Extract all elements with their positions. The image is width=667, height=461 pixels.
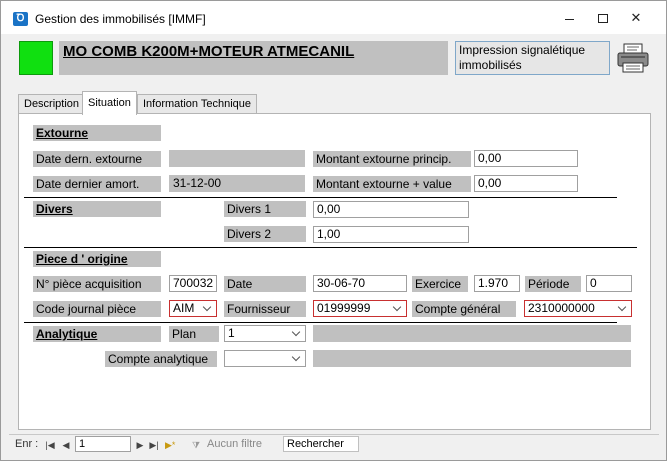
date-dern-extourne-label: Date dern. extourne xyxy=(33,151,161,167)
date-field[interactable]: 30-06-70 xyxy=(313,275,407,292)
record-navigation-bar: Enr : |◀ ◀ 1 ▶ ▶| ▶* ⧩ Aucun filtre Rech… xyxy=(9,434,659,454)
plan-combo[interactable]: 1 xyxy=(224,325,306,342)
compte-analytique-description-field xyxy=(313,350,631,367)
section-analytique: Analytique xyxy=(33,326,161,342)
filter-status[interactable]: Aucun filtre xyxy=(207,438,262,450)
montant-extourne-princip-label: Montant extourne princip. xyxy=(313,151,471,167)
record-number-input[interactable]: 1 xyxy=(75,436,131,452)
printer-icon[interactable] xyxy=(615,41,651,75)
app-icon: Ꝺ xyxy=(13,12,28,26)
plan-value: 1 xyxy=(228,326,235,340)
chevron-down-icon[interactable] xyxy=(390,301,406,316)
status-indicator xyxy=(19,41,53,75)
situation-panel: Extourne Date dern. extourne Montant ext… xyxy=(18,113,651,430)
new-record-icon[interactable]: ▶* xyxy=(165,440,175,450)
fournisseur-combo[interactable]: 01999999 xyxy=(313,300,407,317)
tab-description[interactable]: Description xyxy=(18,94,86,114)
title-bar: Ꝺ Gestion des immobilisés [IMMF] ✕ xyxy=(1,1,666,34)
fournisseur-label: Fournisseur xyxy=(224,301,306,317)
next-record-icon[interactable]: ▶ xyxy=(135,440,145,450)
previous-record-icon[interactable]: ◀ xyxy=(61,440,71,450)
date-dernier-amort-field: 31-12-00 xyxy=(169,175,305,192)
date-dernier-amort-label: Date dernier amort. xyxy=(33,176,161,192)
record-label: Enr : xyxy=(15,438,39,450)
exercice-field[interactable]: 1.970 xyxy=(474,275,520,292)
window-title: Gestion des immobilisés [IMMF] xyxy=(35,12,206,26)
compte-general-label: Compte général xyxy=(412,301,516,317)
divers-2-field[interactable]: 1,00 xyxy=(313,226,469,243)
montant-extourne-value-label: Montant extourne + value xyxy=(313,176,471,192)
maximize-button[interactable] xyxy=(595,10,611,26)
compte-analytique-combo[interactable] xyxy=(224,350,306,367)
divider-piece xyxy=(24,322,617,323)
date-dern-extourne-field xyxy=(169,150,305,167)
code-journal-piece-combo[interactable]: AIM xyxy=(169,300,217,317)
fournisseur-value: 01999999 xyxy=(317,301,371,315)
date-label: Date xyxy=(224,276,306,292)
plan-label: Plan xyxy=(169,326,219,342)
search-input[interactable]: Rechercher xyxy=(283,436,359,452)
code-journal-piece-label: Code journal pièce xyxy=(33,301,161,317)
divers-1-label: Divers 1 xyxy=(224,201,306,217)
montant-extourne-princip-field[interactable]: 0,00 xyxy=(474,150,578,167)
asset-name: MO COMB K200M+MOTEUR ATMECANIL xyxy=(59,41,448,75)
chevron-down-icon[interactable] xyxy=(289,351,305,366)
periode-label: Période xyxy=(525,276,581,292)
plan-description-field xyxy=(313,325,631,342)
section-extourne: Extourne xyxy=(33,125,161,141)
close-button[interactable]: ✕ xyxy=(628,10,644,26)
chevron-down-icon[interactable] xyxy=(200,301,216,316)
num-piece-acquisition-label: N° pièce acquisition xyxy=(33,276,161,292)
divider-extourne xyxy=(24,197,617,198)
divers-1-field[interactable]: 0,00 xyxy=(313,201,469,218)
code-journal-piece-value: AIM xyxy=(173,301,195,315)
chevron-down-icon[interactable] xyxy=(289,326,305,341)
section-piece-origine: Piece d ' origine xyxy=(33,251,161,267)
divers-2-label: Divers 2 xyxy=(224,226,306,242)
num-piece-acquisition-field[interactable]: 700032 xyxy=(169,275,217,292)
compte-general-combo[interactable]: 2310000000 xyxy=(524,300,632,317)
print-signaletique-button[interactable]: Impression signalétique immobilisés xyxy=(455,41,610,75)
tab-information-technique[interactable]: Information Technique xyxy=(137,94,258,114)
tab-situation[interactable]: Situation xyxy=(82,91,137,115)
exercice-label: Exercice xyxy=(412,276,468,292)
section-divers: Divers xyxy=(33,201,161,217)
last-record-icon[interactable]: ▶| xyxy=(149,440,159,450)
periode-field[interactable]: 0 xyxy=(586,275,632,292)
app-window: Ꝺ Gestion des immobilisés [IMMF] ✕ MO CO… xyxy=(0,0,667,461)
compte-analytique-label: Compte analytique xyxy=(105,351,217,367)
compte-general-value: 2310000000 xyxy=(528,301,595,315)
first-record-icon[interactable]: |◀ xyxy=(45,440,55,450)
divider-divers xyxy=(24,247,637,248)
chevron-down-icon[interactable] xyxy=(615,301,631,316)
minimize-button[interactable] xyxy=(562,10,578,26)
montant-extourne-value-field[interactable]: 0,00 xyxy=(474,175,578,192)
filter-icon[interactable]: ⧩ xyxy=(191,440,201,450)
